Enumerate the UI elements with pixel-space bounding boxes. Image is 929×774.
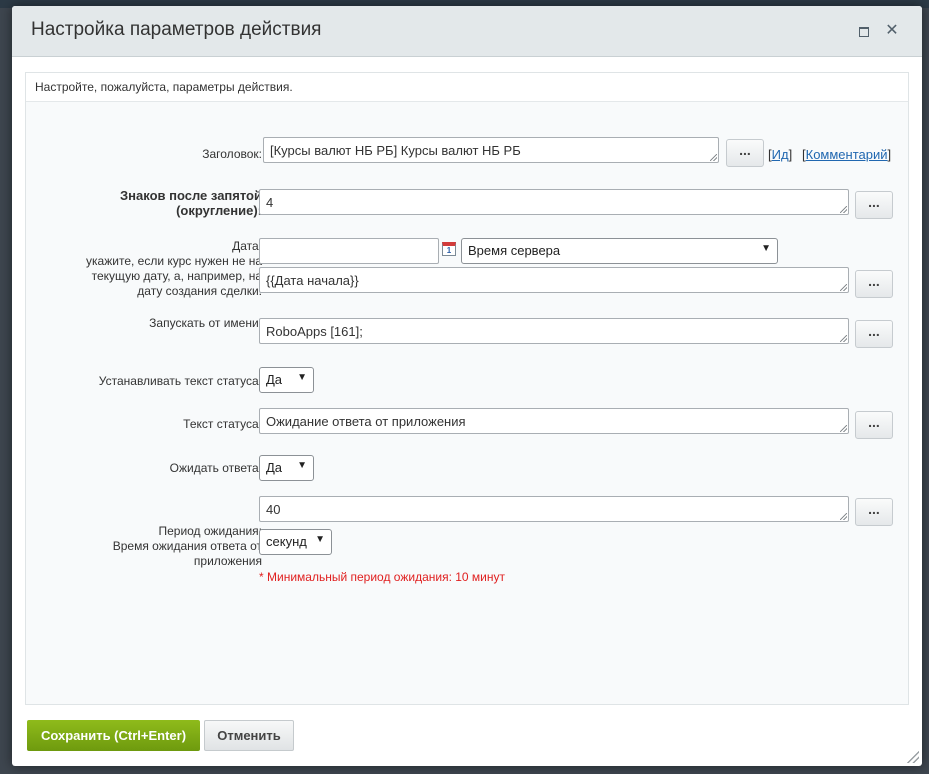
decimals-input[interactable]: 4 xyxy=(259,189,849,215)
status-text-label: Текст статуса: xyxy=(183,417,262,431)
set-status-label: Устанавливать текст статуса: xyxy=(98,374,262,388)
resize-handle-icon[interactable] xyxy=(840,335,847,342)
date-insert-button[interactable]: ... xyxy=(855,270,893,298)
timeout-value: 40 xyxy=(266,502,281,517)
comment-link-bracket: [Комментарий] xyxy=(802,147,892,162)
run-as-label: Запускать от имени: xyxy=(149,316,262,330)
dialog-title: Настройка параметров действия xyxy=(31,19,322,40)
set-status-select[interactable]: Да ▼ xyxy=(259,367,314,393)
decimals-input-value: 4 xyxy=(266,195,274,210)
id-link-bracket: [Ид] xyxy=(768,147,793,162)
chevron-down-icon: ▼ xyxy=(297,460,307,471)
title-insert-button[interactable]: ... xyxy=(726,139,764,167)
timeout-unit-value: секунд xyxy=(266,534,307,549)
title-input[interactable]: [Курсы валют НБ РБ] Курсы валют НБ РБ xyxy=(263,137,719,163)
run-as-insert-button[interactable]: ... xyxy=(855,320,893,348)
dialog-header: Настройка параметров действия ✕ xyxy=(12,6,922,57)
status-text-value: Ожидание ответа от приложения xyxy=(266,414,466,429)
date-expression-input[interactable]: {{Дата начала}} xyxy=(259,267,849,293)
wait-label: Ожидать ответа: xyxy=(169,461,262,475)
date-input[interactable] xyxy=(259,238,439,264)
dialog-resize-grip-icon[interactable] xyxy=(907,751,919,763)
date-label-line2: укажите, если курс нужен не на xyxy=(86,254,262,268)
resize-handle-icon[interactable] xyxy=(840,284,847,291)
resize-handle-icon[interactable] xyxy=(840,425,847,432)
decimals-label: Знаков после запятой (округление): xyxy=(120,188,262,218)
timeout-label-line2: Время ожидания ответа от xyxy=(112,539,262,553)
chevron-down-icon: ▼ xyxy=(315,534,325,545)
decimals-insert-button[interactable]: ... xyxy=(855,191,893,219)
timezone-select-value: Время сервера xyxy=(468,243,561,258)
status-text-input[interactable]: Ожидание ответа от приложения xyxy=(259,408,849,434)
wait-select[interactable]: Да ▼ xyxy=(259,455,314,481)
action-settings-dialog: Настройка параметров действия ✕ Настройт… xyxy=(12,6,922,766)
timeout-label-line3: приложения xyxy=(193,554,262,568)
comment-link[interactable]: Комментарий xyxy=(806,147,888,162)
wait-value: Да xyxy=(266,460,283,475)
resize-handle-icon[interactable] xyxy=(840,206,847,213)
timeout-input[interactable]: 40 xyxy=(259,496,849,522)
date-label-line4: дату создания сделки. xyxy=(137,284,262,298)
chevron-down-icon: ▼ xyxy=(761,243,771,254)
resize-handle-icon[interactable] xyxy=(710,154,717,161)
intro-bar: Настройте, пожалуйста, параметры действи… xyxy=(26,73,908,102)
close-icon[interactable]: ✕ xyxy=(885,23,899,39)
resize-handle-icon[interactable] xyxy=(840,513,847,520)
run-as-input[interactable]: RoboApps [161]; xyxy=(259,318,849,344)
id-link[interactable]: Ид xyxy=(772,147,789,162)
intro-text: Настройте, пожалуйста, параметры действи… xyxy=(35,80,293,94)
decimals-label-line1: Знаков после запятой xyxy=(120,188,262,203)
status-text-insert-button[interactable]: ... xyxy=(855,411,893,439)
date-label: Дата: укажите, если курс нужен не на тек… xyxy=(86,239,262,299)
save-button[interactable]: Сохранить (Ctrl+Enter) xyxy=(27,720,200,751)
timeout-note: * Минимальный период ожидания: 10 минут xyxy=(259,570,505,584)
date-expression-value: {{Дата начала}} xyxy=(266,273,359,288)
decimals-label-line2: (округление): xyxy=(176,203,262,218)
timeout-insert-button[interactable]: ... xyxy=(855,498,893,526)
cancel-button[interactable]: Отменить xyxy=(204,720,294,751)
date-label-line3: текущую дату, а, например, на xyxy=(91,269,262,283)
timeout-label: Период ожидания: Время ожидания ответа о… xyxy=(113,524,262,569)
title-label: Заголовок: xyxy=(202,147,262,161)
maximize-icon[interactable] xyxy=(857,24,871,38)
timezone-select[interactable]: Время сервера ▼ xyxy=(461,238,778,264)
chevron-down-icon: ▼ xyxy=(297,372,307,383)
timeout-label-line1: Период ожидания: xyxy=(158,524,262,538)
calendar-icon[interactable]: 1 xyxy=(442,242,456,256)
run-as-value: RoboApps [161]; xyxy=(266,324,363,339)
title-input-value: [Курсы валют НБ РБ] Курсы валют НБ РБ xyxy=(270,143,521,158)
timeout-unit-select[interactable]: секунд ▼ xyxy=(259,529,332,555)
set-status-value: Да xyxy=(266,372,283,387)
date-label-line1: Дата: xyxy=(232,239,262,253)
